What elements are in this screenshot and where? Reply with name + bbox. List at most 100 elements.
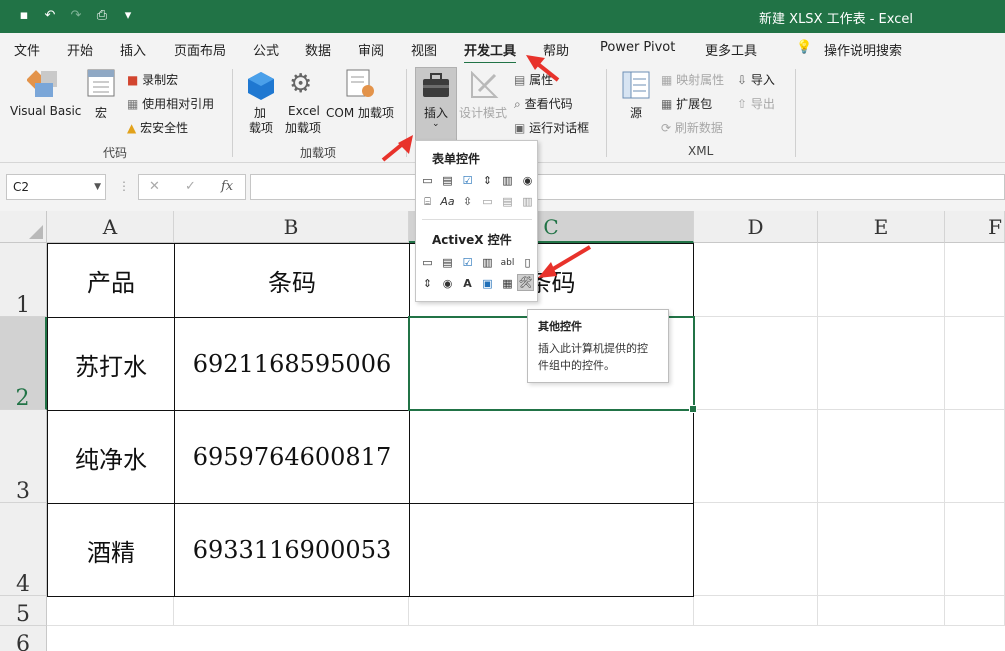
grid-cell[interactable] bbox=[409, 596, 694, 626]
ax-checkbox-icon[interactable]: ☑ bbox=[459, 254, 476, 271]
save-icon[interactable]: ▪ bbox=[14, 6, 34, 26]
text-field-control-icon[interactable]: ▭ bbox=[479, 193, 496, 210]
combo-box-control-icon[interactable]: ▤ bbox=[439, 172, 456, 189]
grid-cell[interactable] bbox=[694, 317, 818, 410]
row-header-4[interactable]: 4 bbox=[0, 503, 47, 596]
grid-cell[interactable] bbox=[818, 243, 945, 317]
column-header-b[interactable]: B bbox=[174, 211, 409, 243]
cell-a4[interactable]: 酒精 bbox=[47, 503, 175, 597]
combo-list-edit-icon[interactable]: ▤ bbox=[499, 193, 516, 210]
visual-basic-button[interactable]: Visual Basic bbox=[10, 104, 81, 118]
ax-option-button-icon[interactable]: ◉ bbox=[439, 275, 456, 292]
cell-b1[interactable]: 条码 bbox=[174, 243, 410, 318]
tab-power-pivot[interactable]: Power Pivot bbox=[600, 40, 675, 55]
customize-qat-icon[interactable]: ▾ bbox=[118, 6, 138, 26]
tab-developer[interactable]: 开发工具 bbox=[464, 40, 516, 59]
ax-scroll-bar-icon[interactable]: ▯ bbox=[519, 254, 536, 271]
import-button[interactable]: ⇩ 导入 bbox=[737, 71, 775, 88]
design-mode-button[interactable]: 设计模式 bbox=[459, 104, 507, 121]
scroll-bar-control-icon[interactable]: ⇳ bbox=[459, 193, 476, 210]
tab-page-layout[interactable]: 页面布局 bbox=[174, 40, 226, 59]
cell-c3[interactable] bbox=[409, 410, 694, 504]
macros-button[interactable]: 宏 bbox=[95, 104, 107, 121]
cell-b2[interactable]: 6921168595006 bbox=[174, 317, 410, 411]
ax-toggle-button-icon[interactable]: ▦ bbox=[499, 275, 516, 292]
cell-c4[interactable] bbox=[409, 503, 694, 597]
name-box[interactable]: C2 ▼ bbox=[6, 174, 106, 200]
tell-me-search[interactable]: 操作说明搜索 bbox=[824, 40, 902, 59]
cancel-icon[interactable]: ✕ bbox=[149, 179, 160, 194]
tab-review[interactable]: 审阅 bbox=[358, 40, 384, 59]
grid-cell[interactable] bbox=[694, 503, 818, 596]
ax-label-icon[interactable]: A bbox=[459, 275, 476, 292]
source-button[interactable]: 源 bbox=[630, 104, 642, 121]
column-header-a[interactable]: A bbox=[47, 211, 174, 243]
row-header-1[interactable]: 1 bbox=[0, 243, 47, 317]
properties-button[interactable]: ▤ 属性 bbox=[514, 71, 553, 88]
column-header-d[interactable]: D bbox=[694, 211, 818, 243]
expansion-packs-button[interactable]: ▦ 扩展包 bbox=[661, 95, 712, 112]
ax-command-button-icon[interactable]: ▭ bbox=[419, 254, 436, 271]
cell-a3[interactable]: 纯净水 bbox=[47, 410, 175, 504]
grid-cell[interactable] bbox=[945, 503, 1005, 596]
row-header-5[interactable]: 5 bbox=[0, 596, 47, 626]
tab-insert[interactable]: 插入 bbox=[120, 40, 146, 59]
tab-data[interactable]: 数据 bbox=[305, 40, 331, 59]
grid-cell[interactable] bbox=[818, 596, 945, 626]
grid-cell[interactable] bbox=[818, 410, 945, 503]
drag-handle-icon[interactable]: ⋮ bbox=[118, 179, 130, 193]
excel-addins-line2[interactable]: 加载项 bbox=[285, 119, 321, 136]
tab-help[interactable]: 帮助 bbox=[543, 40, 569, 59]
excel-addins-line1[interactable]: Excel bbox=[288, 104, 320, 118]
addins-button-line2[interactable]: 载项 bbox=[249, 119, 273, 136]
grid-cell[interactable] bbox=[945, 596, 1005, 626]
cell-b4[interactable]: 6933116900053 bbox=[174, 503, 410, 597]
button-control-icon[interactable]: ▭ bbox=[419, 172, 436, 189]
grid-cell[interactable] bbox=[818, 503, 945, 596]
ax-list-box-icon[interactable]: ▥ bbox=[479, 254, 496, 271]
tab-view[interactable]: 视图 bbox=[411, 40, 437, 59]
option-button-control-icon[interactable]: ◉ bbox=[519, 172, 536, 189]
ax-combo-box-icon[interactable]: ▤ bbox=[439, 254, 456, 271]
export-button[interactable]: ⇧ 导出 bbox=[737, 95, 775, 112]
grid-cell[interactable] bbox=[47, 596, 174, 626]
spin-button-control-icon[interactable]: ⇕ bbox=[479, 172, 496, 189]
grid-cell[interactable] bbox=[945, 243, 1005, 317]
ax-text-box-icon[interactable]: abl bbox=[499, 254, 516, 271]
grid-cell[interactable] bbox=[818, 317, 945, 410]
tab-more-tools[interactable]: 更多工具 bbox=[705, 40, 757, 59]
chevron-down-icon[interactable]: ▼ bbox=[94, 182, 101, 192]
checkbox-control-icon[interactable]: ☑ bbox=[459, 172, 476, 189]
grid-cell[interactable] bbox=[694, 596, 818, 626]
cell-b3[interactable]: 6959764600817 bbox=[174, 410, 410, 504]
enter-icon[interactable]: ✓ bbox=[185, 179, 196, 194]
grid-cell[interactable] bbox=[945, 317, 1005, 410]
formula-input[interactable] bbox=[250, 174, 1005, 200]
ax-more-controls-icon[interactable]: 🛠 bbox=[517, 274, 534, 291]
macro-security-button[interactable]: ▲ 宏安全性 bbox=[127, 119, 188, 136]
row-header-2[interactable]: 2 bbox=[0, 317, 47, 410]
grid-cell[interactable] bbox=[174, 596, 409, 626]
group-box-control-icon[interactable]: ⌸ bbox=[419, 193, 436, 210]
record-macro-button[interactable]: ■ 录制宏 bbox=[127, 71, 178, 88]
ax-image-icon[interactable]: ▣ bbox=[479, 275, 496, 292]
ax-spin-button-icon[interactable]: ⇕ bbox=[419, 275, 436, 292]
redo-icon[interactable]: ↷ bbox=[66, 6, 86, 26]
select-all-button[interactable] bbox=[0, 211, 47, 243]
column-header-f[interactable]: F bbox=[945, 211, 1005, 243]
combo-drop-down-edit-icon[interactable]: ▥ bbox=[519, 193, 536, 210]
tab-file[interactable]: 文件 bbox=[14, 40, 40, 59]
grid-cell[interactable] bbox=[945, 410, 1005, 503]
list-box-control-icon[interactable]: ▥ bbox=[499, 172, 516, 189]
tab-formulas[interactable]: 公式 bbox=[253, 40, 279, 59]
undo-icon[interactable]: ↶ bbox=[40, 6, 60, 26]
map-properties-button[interactable]: ▦ 映射属性 bbox=[661, 71, 724, 88]
row-header-6[interactable]: 6 bbox=[0, 626, 47, 651]
grid-cell[interactable] bbox=[694, 410, 818, 503]
run-dialog-button[interactable]: ▣ 运行对话框 bbox=[514, 119, 589, 136]
refresh-data-button[interactable]: ⟳ 刷新数据 bbox=[661, 119, 723, 136]
column-header-e[interactable]: E bbox=[818, 211, 945, 243]
relative-reference-button[interactable]: ▦ 使用相对引用 bbox=[127, 95, 214, 112]
view-code-button[interactable]: ⌕ 查看代码 bbox=[514, 95, 573, 112]
row-header-3[interactable]: 3 bbox=[0, 410, 47, 503]
